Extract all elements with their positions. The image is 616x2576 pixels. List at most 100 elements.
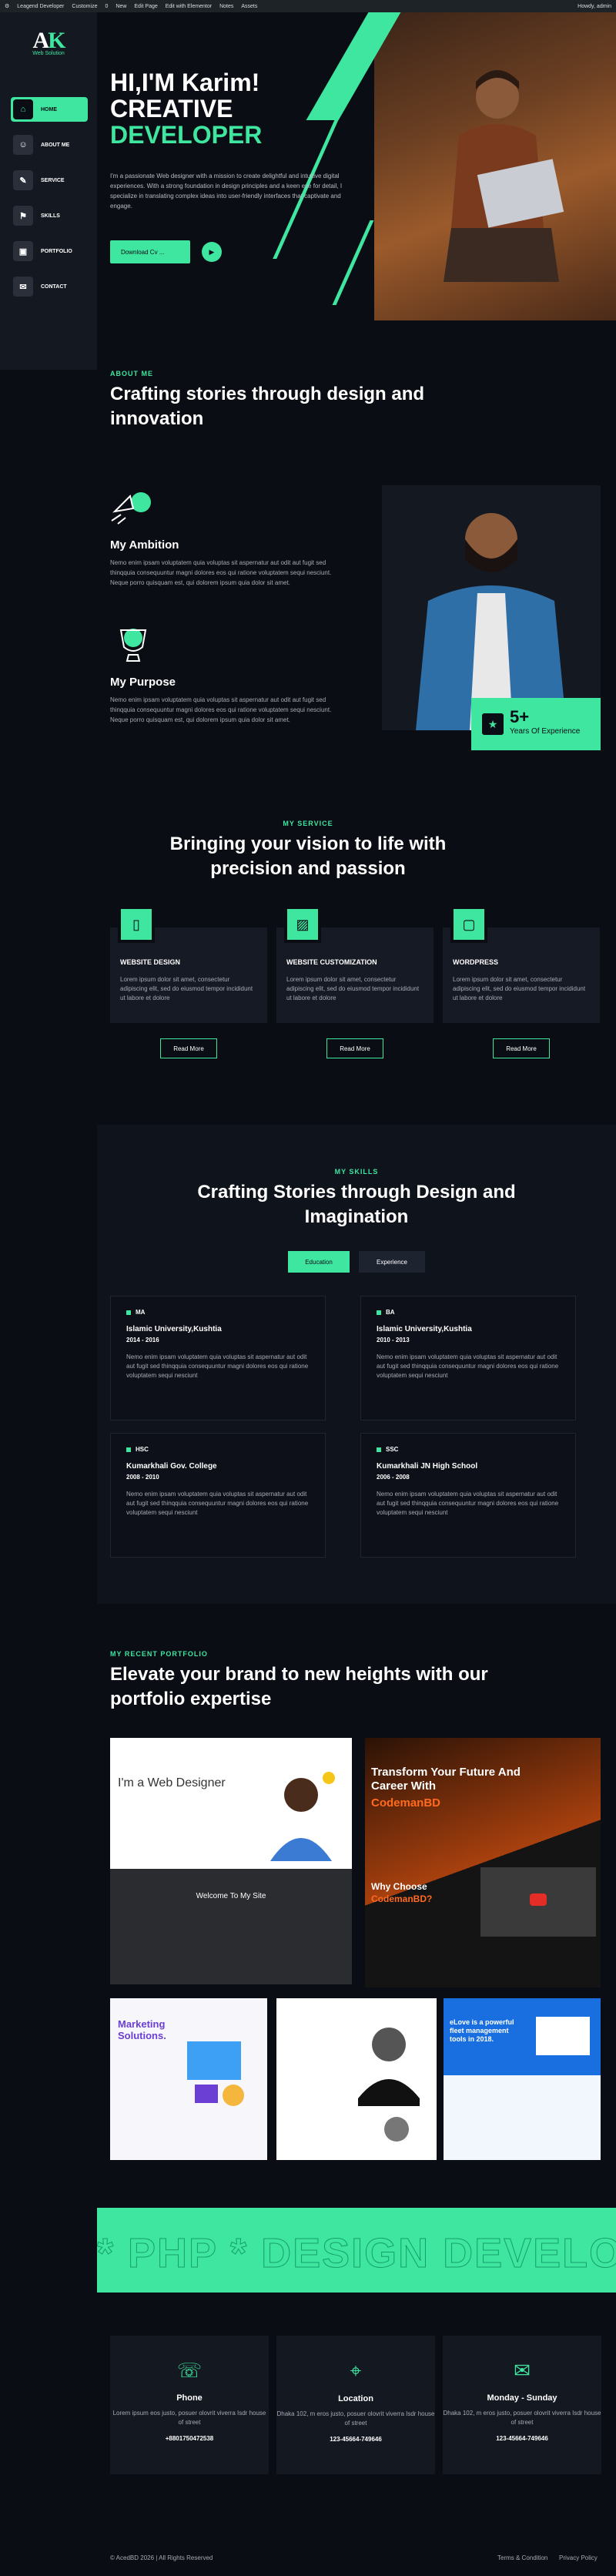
profile-illustration bbox=[358, 2028, 420, 2142]
school-name: Islamic University,Kushtia bbox=[377, 1325, 472, 1333]
read-more-button[interactable]: Read More bbox=[160, 1038, 217, 1058]
bullet-icon bbox=[377, 1447, 381, 1452]
school-name: Kumarkhali Gov. College bbox=[126, 1462, 217, 1471]
about-portrait bbox=[382, 485, 601, 730]
bullet-icon bbox=[126, 1447, 131, 1452]
skills-marquee: * PHP * DESIGN DEVELOPMENT * PHP * DESIG… bbox=[97, 2208, 616, 2293]
tab-experience[interactable]: Experience bbox=[359, 1251, 425, 1273]
service-text: Lorem ipsum dolor sit amet, consectetur … bbox=[453, 976, 586, 1001]
logo-mark: AK bbox=[32, 28, 65, 53]
school-name: Islamic University,Kushtia bbox=[126, 1325, 222, 1333]
hero-line-3: DEVELOPER bbox=[110, 121, 263, 149]
education-card: MA Islamic University,Kushtia 2014 - 201… bbox=[110, 1296, 326, 1420]
year-range: 2006 - 2008 bbox=[377, 1474, 410, 1481]
admin-bar-item[interactable]: Customize bbox=[72, 4, 97, 9]
skills-icon: ⚑ bbox=[13, 206, 33, 226]
degree: SSC bbox=[386, 1446, 399, 1453]
ambition-text: Nemo enim ipsam voluptatem quia voluptas… bbox=[110, 559, 332, 586]
contact-title: Location bbox=[338, 2394, 373, 2403]
user-icon: ☺ bbox=[13, 135, 33, 155]
skills-title: Crafting Stories through Design and Imag… bbox=[197, 1182, 516, 1227]
privacy-link[interactable]: Privacy Policy bbox=[559, 2554, 598, 2561]
contact-title: Phone bbox=[176, 2393, 203, 2403]
degree: MA bbox=[136, 1309, 146, 1316]
service-header: MY SERVICE Bringing your vision to life … bbox=[0, 820, 616, 881]
portfolio-item[interactable]: eLove is a powerful fleet management too… bbox=[444, 1998, 601, 2160]
customization-icon: ▨ bbox=[284, 906, 321, 943]
play-icon[interactable]: ▶ bbox=[202, 242, 222, 262]
bullet-icon bbox=[377, 1310, 381, 1315]
experience-value: 5+ bbox=[510, 707, 530, 726]
download-cv-button[interactable]: Download Cv ... bbox=[110, 240, 190, 263]
admin-bar-item[interactable]: New bbox=[116, 4, 126, 9]
admin-bar-item[interactable]: Assets bbox=[241, 4, 257, 9]
service-text: Lorem ipsum dolor sit amet, consectetur … bbox=[120, 976, 253, 1001]
contact-value[interactable]: 123-45664-749646 bbox=[443, 2435, 601, 2442]
portfolio-header: MY RECENT PORTFOLIO Elevate your brand t… bbox=[110, 1650, 511, 1712]
contact-title: Monday - Sunday bbox=[487, 2393, 557, 2403]
service-label: MY SERVICE bbox=[283, 820, 333, 827]
hero-photo bbox=[374, 12, 616, 320]
about-label: ABOUT ME bbox=[110, 370, 153, 377]
contact-value[interactable]: 123-45664-749646 bbox=[276, 2436, 435, 2443]
contact-text: Dhaka 102, m eros justo, posuer olovrit … bbox=[276, 2410, 435, 2427]
wordpress-icon[interactable]: ⚙ bbox=[5, 3, 9, 9]
mail-icon: ✉ bbox=[514, 2359, 531, 2382]
contact-value[interactable]: +8801750472538 bbox=[110, 2435, 269, 2442]
skills-header: MY SKILLS Crafting Stories through Desig… bbox=[97, 1168, 616, 1229]
logo[interactable]: AK Web Solution bbox=[0, 28, 97, 56]
nav-item-service[interactable]: ✎ SERVICE bbox=[11, 168, 88, 193]
rocket-icon bbox=[111, 492, 151, 525]
purpose-text: Nemo enim ipsam voluptatem quia voluptas… bbox=[110, 696, 332, 723]
admin-bar-item[interactable]: Edit with Elementor bbox=[166, 4, 212, 9]
experience-label: Years Of Experience bbox=[510, 727, 581, 736]
portfolio-caption: CodemanBD? bbox=[371, 1893, 433, 1904]
portfolio-item[interactable]: Transform Your Future And Career With Co… bbox=[365, 1738, 601, 1987]
hero-description: I'm a passionate Web designer with a mis… bbox=[110, 173, 343, 210]
hero-line-2: CREATIVE bbox=[110, 95, 233, 122]
nav-label: SERVICE bbox=[41, 177, 65, 183]
hero-title: HI,I'M Karim! CREATIVE DEVELOPER bbox=[110, 69, 262, 148]
education-desc: Nemo enim ipsam voluptatem quia voluptas… bbox=[377, 1491, 559, 1516]
admin-bar-item[interactable]: Notes bbox=[219, 4, 233, 9]
skills-label: MY SKILLS bbox=[334, 1168, 379, 1176]
portfolio-item[interactable]: Marketing Solutions. bbox=[110, 1998, 267, 2160]
portfolio-label: MY RECENT PORTFOLIO bbox=[110, 1650, 208, 1658]
admin-bar-item[interactable]: 0 bbox=[105, 4, 108, 9]
tab-education[interactable]: Education bbox=[288, 1251, 350, 1273]
nav-item-portfolio[interactable]: ▣ PORTFOLIO bbox=[11, 239, 88, 263]
admin-greeting[interactable]: Howdy, admin bbox=[578, 4, 611, 9]
wordpress-icon: ▢ bbox=[450, 906, 487, 943]
side-nav: ⌂ HOME ☺ ABOUT ME ✎ SERVICE ⚑ SKILLS ▣ PORTFO… bbox=[11, 97, 88, 310]
read-more-button[interactable]: Read More bbox=[493, 1038, 550, 1058]
portfolio-icon: ▣ bbox=[13, 241, 33, 261]
degree: HSC bbox=[136, 1446, 149, 1453]
experience-badge: ★ 5+ Years Of Experience bbox=[471, 698, 601, 750]
admin-bar-item[interactable]: Leagend Developer bbox=[17, 4, 64, 9]
contact-text: Dhaka 102, m eros justo, posuer olovrit … bbox=[443, 2410, 601, 2426]
portfolio-caption: eLove is a powerful fleet management too… bbox=[450, 2018, 514, 2043]
video-thumbnail bbox=[480, 1867, 596, 1937]
nav-item-skills[interactable]: ⚑ SKILLS bbox=[11, 203, 88, 228]
year-range: 2014 - 2016 bbox=[126, 1337, 159, 1343]
education-desc: Nemo enim ipsam voluptatem quia voluptas… bbox=[377, 1353, 559, 1379]
nav-item-contact[interactable]: ✉ CONTACT bbox=[11, 274, 88, 299]
about-title: Crafting stories through design and inno… bbox=[110, 384, 425, 429]
nav-item-home[interactable]: ⌂ HOME bbox=[11, 97, 88, 122]
nav-label: ABOUT ME bbox=[41, 142, 70, 148]
nav-label: HOME bbox=[41, 106, 57, 112]
hero-stripe bbox=[273, 28, 380, 259]
copyright: © AcedBD 2026 | All Rights Reserved bbox=[110, 2554, 213, 2561]
portfolio-item[interactable]: I'm a Web Designer Welcome To My Site bbox=[110, 1738, 352, 1984]
portfolio-caption: Welcome To My Site bbox=[110, 1869, 352, 1984]
portfolio-item[interactable] bbox=[276, 1998, 437, 2160]
portfolio-caption: CodemanBD bbox=[371, 1796, 441, 1810]
portrait-illustration bbox=[416, 513, 567, 730]
trophy-icon bbox=[119, 629, 147, 662]
nav-item-about[interactable]: ☺ ABOUT ME bbox=[11, 132, 88, 157]
portfolio-caption: Transform Your Future And Career With bbox=[371, 1766, 521, 1793]
terms-link[interactable]: Terms & Condition bbox=[497, 2554, 547, 2561]
admin-bar-item[interactable]: Edit Page bbox=[134, 4, 157, 9]
education-card: BA Islamic University,Kushtia 2010 - 201… bbox=[360, 1296, 576, 1420]
read-more-button[interactable]: Read More bbox=[326, 1038, 383, 1058]
